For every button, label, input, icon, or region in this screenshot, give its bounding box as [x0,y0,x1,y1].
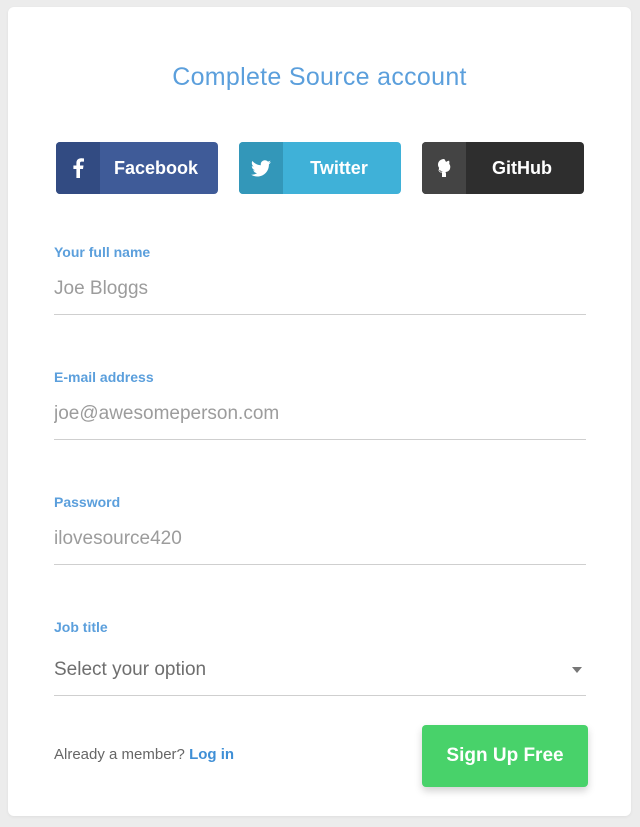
twitter-label: Twitter [310,157,368,178]
github-label: GitHub [492,157,552,178]
job-title-select[interactable]: Select your option [54,653,586,696]
full-name-label: Your full name [54,244,151,260]
facebook-label: Facebook [113,157,199,178]
job-title-selected-value: Select your option [54,659,207,680]
password-label: Password [54,494,121,510]
twitter-button[interactable]: Twitter [239,142,401,194]
facebook-button[interactable]: Facebook [56,142,218,194]
password-field: Password [54,494,586,565]
github-button[interactable]: GitHub [422,142,584,194]
signup-button[interactable]: Sign Up Free [422,725,588,787]
email-label: E-mail address [54,369,154,385]
job-title-label: Job title [54,619,108,635]
full-name-field: Your full name [54,244,586,315]
page-title: Complete Source account [172,63,467,91]
password-input[interactable] [54,520,586,565]
job-title-field: Job title Select your option [54,619,586,696]
login-link[interactable]: Log in [189,746,234,763]
email-input[interactable] [54,395,586,440]
member-prompt: Already a member? Log in [54,746,234,763]
twitter-icon [239,142,283,194]
chevron-down-icon [572,667,582,673]
signup-card: Complete Source account Facebook Twitter… [8,7,631,816]
member-text: Already a member? [54,746,185,763]
facebook-icon [56,142,100,194]
full-name-input[interactable] [54,270,586,315]
email-field: E-mail address [54,369,586,440]
github-icon [422,142,466,194]
